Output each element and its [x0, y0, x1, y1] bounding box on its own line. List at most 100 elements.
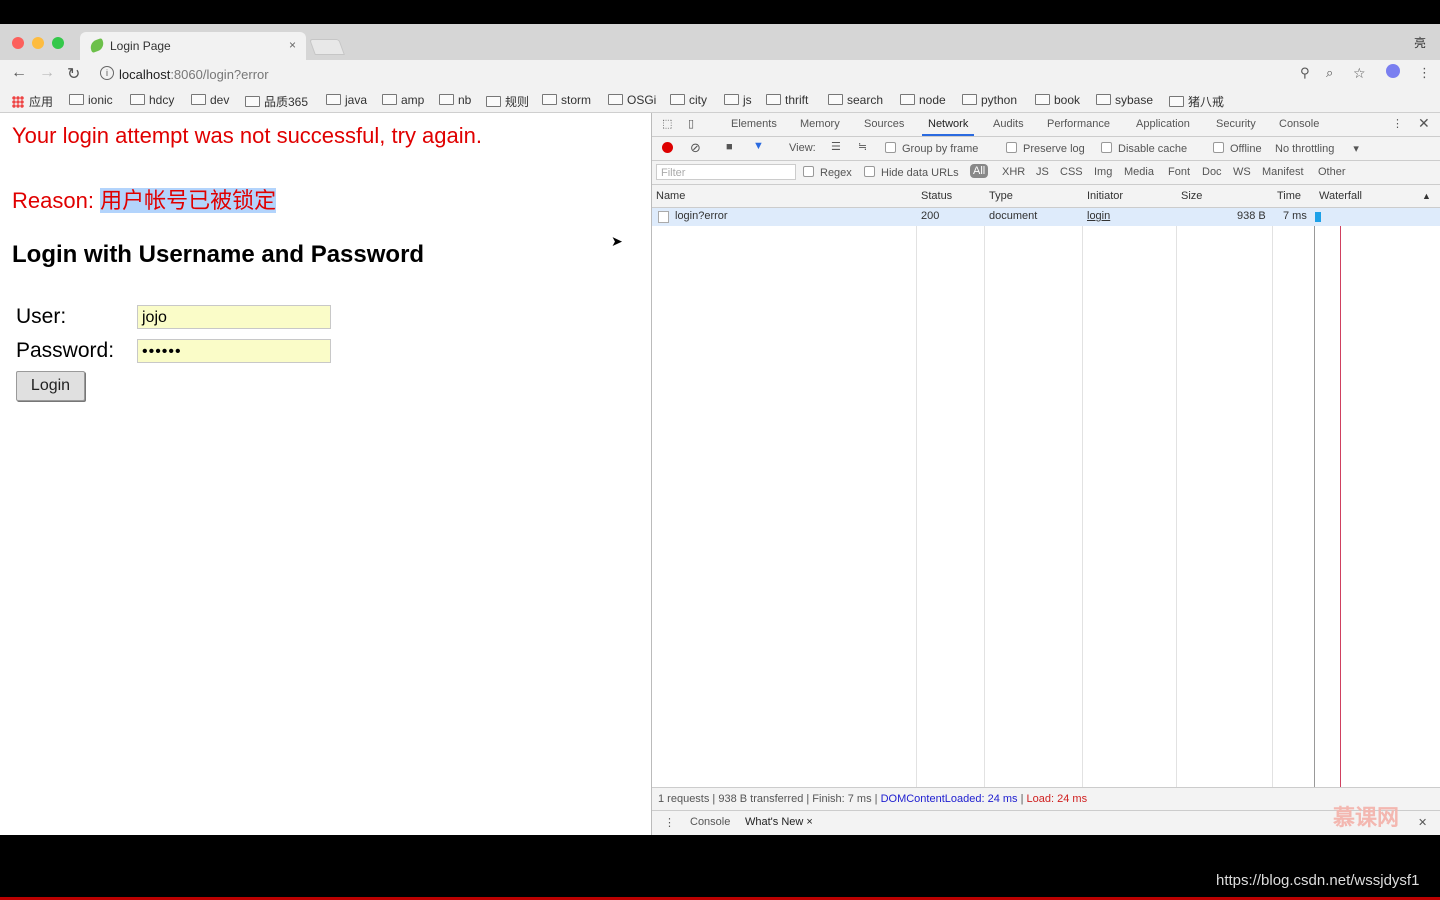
- group-by-frame-checkbox[interactable]: Group by frame: [885, 142, 978, 155]
- bookmark-folder[interactable]: 品质365: [245, 93, 308, 110]
- bookmark-folder[interactable]: OSGi: [608, 93, 656, 107]
- url-path: :8060/login?error: [170, 67, 269, 82]
- table-row[interactable]: login?error 200 document login 938 B 7 m…: [652, 208, 1440, 226]
- tab-close-button[interactable]: ×: [289, 38, 296, 52]
- extension-pin-icon[interactable]: ⚲: [1300, 65, 1310, 81]
- drawer-close-icon[interactable]: ✕: [1418, 816, 1427, 829]
- overview-icon[interactable]: ≒: [858, 140, 867, 153]
- bookmark-folder[interactable]: dev: [191, 93, 229, 107]
- filter-xhr[interactable]: XHR: [1002, 166, 1025, 178]
- large-rows-icon[interactable]: ☰: [831, 140, 841, 153]
- username-input[interactable]: jojo: [137, 305, 331, 329]
- bookmark-folder[interactable]: sybase: [1096, 93, 1153, 107]
- zoom-window-button[interactable]: [52, 37, 64, 49]
- forward-arrow-icon[interactable]: →: [39, 64, 55, 82]
- close-window-button[interactable]: [12, 37, 24, 49]
- checkbox-label: Hide data URLs: [881, 167, 959, 179]
- tab-application[interactable]: Application: [1136, 118, 1190, 130]
- filter-js[interactable]: JS: [1036, 166, 1049, 178]
- view-label: View:: [789, 142, 816, 154]
- site-info-icon[interactable]: i: [100, 66, 114, 80]
- clear-icon[interactable]: ⊘: [690, 140, 701, 156]
- drawer-tab-whats-new[interactable]: What's New ×: [745, 816, 813, 828]
- bookmark-folder[interactable]: storm: [542, 93, 591, 107]
- filter-ws[interactable]: WS: [1233, 166, 1251, 178]
- password-input[interactable]: ••••••: [137, 339, 331, 363]
- column-size[interactable]: Size: [1181, 190, 1202, 202]
- column-initiator[interactable]: Initiator: [1087, 190, 1123, 202]
- minimize-window-button[interactable]: [32, 37, 44, 49]
- tab-login-page[interactable]: Login Page ×: [80, 32, 306, 60]
- bookmark-folder[interactable]: node: [900, 93, 946, 107]
- address-bar[interactable]: i localhost:8060/login?error: [94, 62, 1408, 86]
- tab-memory[interactable]: Memory: [800, 118, 840, 130]
- drawer-tab-console[interactable]: Console: [690, 816, 730, 828]
- bookmark-folder[interactable]: nb: [439, 93, 471, 107]
- checkbox-icon: [1213, 142, 1224, 153]
- bookmark-folder[interactable]: hdcy: [130, 93, 174, 107]
- bookmark-folder[interactable]: search: [828, 93, 883, 107]
- hide-data-urls-checkbox[interactable]: Hide data URLs: [864, 166, 959, 179]
- bookmark-folder[interactable]: ionic: [69, 93, 113, 107]
- bookmark-star-icon[interactable]: ☆: [1353, 65, 1366, 82]
- bookmark-folder[interactable]: 规则: [486, 93, 529, 110]
- record-icon[interactable]: [662, 142, 673, 153]
- bookmark-folder[interactable]: city: [670, 93, 707, 107]
- url-text[interactable]: localhost:8060/login?error: [119, 67, 269, 82]
- reload-icon[interactable]: ↻: [67, 64, 80, 84]
- preserve-log-checkbox[interactable]: Preserve log: [1006, 142, 1085, 155]
- disable-cache-checkbox[interactable]: Disable cache: [1101, 142, 1187, 155]
- column-time[interactable]: Time: [1277, 190, 1301, 202]
- column-type[interactable]: Type: [989, 190, 1013, 202]
- sort-ascending-icon[interactable]: ▲: [1422, 191, 1431, 201]
- column-name[interactable]: Name: [656, 190, 685, 202]
- tab-performance[interactable]: Performance: [1047, 118, 1110, 130]
- request-initiator-link[interactable]: login: [1087, 210, 1110, 222]
- new-tab-button[interactable]: [309, 39, 345, 55]
- filter-doc[interactable]: Doc: [1202, 166, 1222, 178]
- filter-font[interactable]: Font: [1168, 166, 1190, 178]
- profile-button[interactable]: 亮: [1414, 34, 1426, 51]
- regex-checkbox[interactable]: Regex: [803, 166, 852, 179]
- tab-elements[interactable]: Elements: [731, 118, 777, 130]
- filter-other[interactable]: Other: [1318, 166, 1346, 178]
- extension-icon[interactable]: [1386, 64, 1400, 78]
- filter-all-button[interactable]: All: [970, 164, 989, 178]
- column-status[interactable]: Status: [921, 190, 952, 202]
- bookmark-folder[interactable]: python: [962, 93, 1017, 107]
- devtools-close-icon[interactable]: ✕: [1418, 115, 1430, 132]
- bookmark-folder[interactable]: 猪八戒: [1169, 93, 1224, 110]
- bookmark-folder[interactable]: amp: [382, 93, 424, 107]
- drawer-menu-icon[interactable]: ⋮: [664, 816, 675, 829]
- request-name[interactable]: login?error: [675, 210, 728, 222]
- tab-audits[interactable]: Audits: [993, 118, 1024, 130]
- bookmark-apps[interactable]: 应用: [12, 93, 53, 110]
- tab-sources[interactable]: Sources: [864, 118, 904, 130]
- bookmark-folder[interactable]: book: [1035, 93, 1080, 107]
- filter-img[interactable]: Img: [1094, 166, 1112, 178]
- offline-checkbox[interactable]: Offline: [1213, 142, 1262, 155]
- filter-manifest[interactable]: Manifest: [1262, 166, 1304, 178]
- tab-console[interactable]: Console: [1279, 118, 1319, 130]
- inspect-element-icon[interactable]: ⬚: [662, 117, 672, 130]
- back-arrow-icon[interactable]: ←: [11, 64, 27, 82]
- drawer-tab-close[interactable]: ×: [806, 816, 812, 828]
- bookmark-folder[interactable]: java: [326, 93, 367, 107]
- login-button[interactable]: Login: [16, 371, 85, 401]
- throttling-select[interactable]: No throttling ▾: [1275, 142, 1359, 155]
- tab-security[interactable]: Security: [1216, 118, 1256, 130]
- filter-input[interactable]: Filter: [656, 164, 796, 180]
- tab-network[interactable]: Network: [921, 118, 975, 136]
- zoom-magnifier-icon[interactable]: ⌕: [1326, 65, 1333, 81]
- filter-funnel-icon[interactable]: ▼: [753, 140, 764, 152]
- folder-icon: [326, 94, 341, 105]
- filter-media[interactable]: Media: [1124, 166, 1154, 178]
- filter-css[interactable]: CSS: [1060, 166, 1083, 178]
- column-waterfall[interactable]: Waterfall: [1319, 190, 1362, 202]
- devtools-menu-icon[interactable]: ⋮: [1392, 117, 1403, 130]
- menu-kebab-icon[interactable]: ⋮: [1418, 65, 1431, 81]
- device-toolbar-icon[interactable]: ▯: [688, 117, 694, 130]
- bookmark-folder[interactable]: js: [724, 93, 752, 107]
- bookmark-folder[interactable]: thrift: [766, 93, 808, 107]
- capture-screenshots-icon[interactable]: ■: [726, 141, 733, 153]
